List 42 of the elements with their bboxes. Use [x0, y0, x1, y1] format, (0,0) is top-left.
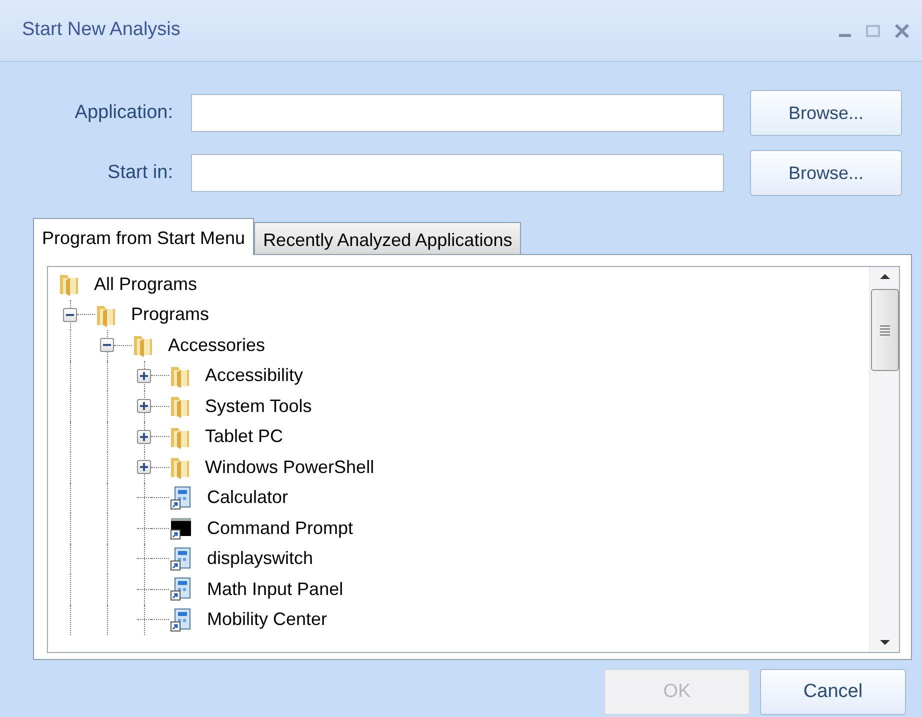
folder-icon [132, 333, 154, 358]
tab[interactable]: Program from Start Menu [33, 218, 254, 255]
collapse-toggle[interactable] [63, 308, 77, 322]
folder-icon [169, 394, 191, 418]
tree-item[interactable]: Accessibility [205, 362, 304, 390]
expand-toggle[interactable] [137, 460, 151, 474]
expand-toggle[interactable] [137, 399, 151, 414]
tree-item[interactable]: Windows PowerShell [205, 454, 374, 481]
tree-item[interactable]: System Tools [205, 392, 312, 420]
app-shortcut-icon [169, 577, 193, 602]
text-field[interactable] [191, 154, 724, 192]
field-label: Application: [74, 100, 173, 125]
tree-item[interactable]: Accessories [168, 332, 266, 359]
scroll-up-icon[interactable] [878, 271, 890, 281]
browse-button[interactable]: Browse... [750, 150, 902, 196]
scroll-down-icon[interactable] [878, 638, 890, 648]
field-label: Start in: [106, 160, 173, 185]
tree-item[interactable]: Math Input Panel [207, 576, 344, 603]
tree-item[interactable]: Calculator [207, 484, 288, 512]
text-field[interactable] [191, 94, 724, 132]
app-shortcut-icon [169, 486, 193, 510]
browse-button[interactable]: Browse... [750, 90, 902, 136]
dialog-button[interactable]: Cancel [760, 669, 906, 715]
expand-toggle[interactable] [137, 430, 151, 444]
console-icon [169, 516, 193, 540]
tab[interactable]: Recently Analyzed Applications [254, 222, 522, 254]
app-shortcut-icon [169, 608, 193, 632]
collapse-toggle[interactable] [100, 338, 114, 352]
tree-item[interactable]: Programs [131, 301, 210, 328]
expand-toggle[interactable] [137, 368, 151, 383]
tree-item[interactable]: Mobility Center [207, 606, 328, 634]
window-title: Start New Analysis [22, 18, 180, 42]
folder-icon [58, 272, 80, 296]
tree-item[interactable]: Tablet PC [205, 423, 284, 450]
app-shortcut-icon [169, 546, 193, 571]
scrollbar[interactable] [869, 267, 899, 652]
scrollbar-thumb[interactable] [870, 289, 898, 371]
close-icon[interactable] [894, 22, 910, 38]
tree-item[interactable]: Command Prompt [207, 514, 354, 542]
tree-item[interactable]: displayswitch [207, 545, 314, 572]
folder-icon [169, 455, 191, 480]
tree-item[interactable]: All Programs [94, 270, 198, 298]
